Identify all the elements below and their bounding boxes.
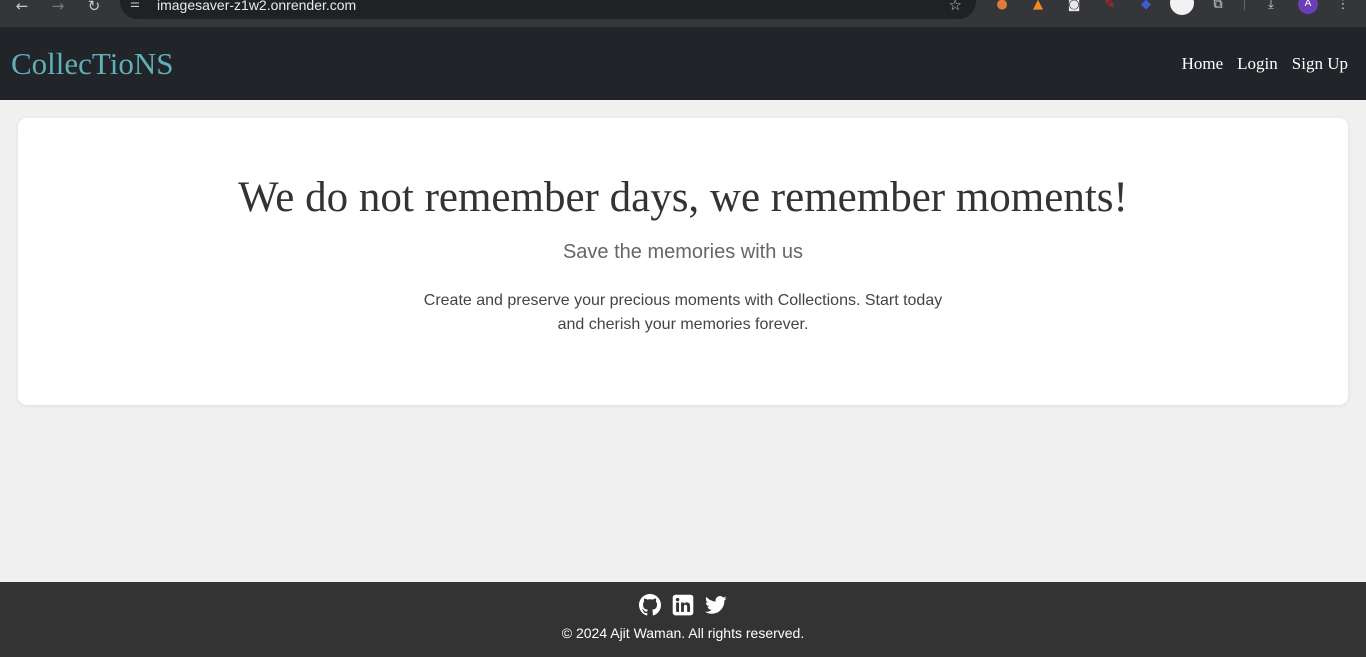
address-bar[interactable]: ☰ imagesaver-z1w2.onrender.com ☆ — [120, 0, 976, 19]
site-settings-icon[interactable]: ☰ — [130, 0, 146, 13]
downloads-icon[interactable]: ⤓ — [1262, 0, 1280, 14]
copyright-text: © 2024 Ajit Waman. All rights reserved. — [561, 625, 805, 641]
reload-icon[interactable]: ↻ — [84, 0, 104, 16]
linkedin-icon[interactable] — [672, 594, 694, 616]
nav-login-link[interactable]: Login — [1237, 54, 1278, 74]
toolbar-divider — [1244, 0, 1245, 10]
back-icon[interactable]: ← — [12, 0, 32, 16]
social-links — [0, 594, 1366, 616]
pen-extension-icon[interactable]: ✎ — [1101, 0, 1119, 14]
hero-description: Create and preserve your precious moment… — [423, 292, 943, 333]
address-url[interactable]: imagesaver-z1w2.onrender.com — [157, 0, 356, 13]
extensions-icon[interactable]: ⧉ — [1209, 0, 1227, 14]
hero-subtitle: Save the memories with us — [562, 241, 804, 263]
github-icon[interactable] — [639, 594, 661, 616]
site-footer: © 2024 Ajit Waman. All rights reserved. — [0, 582, 1366, 657]
fox-extension-icon[interactable]: ▲ — [1029, 0, 1047, 14]
browser-toolbar: ← → ↻ ☰ imagesaver-z1w2.onrender.com ☆ ●… — [0, 0, 1366, 27]
bookmark-star-icon[interactable]: ☆ — [949, 0, 962, 13]
forward-icon[interactable]: → — [48, 0, 68, 16]
twitter-icon[interactable] — [705, 594, 727, 616]
nav-signup-link[interactable]: Sign Up — [1292, 54, 1348, 74]
globe-extension-icon[interactable]: ◆ — [1137, 0, 1155, 14]
nav-home-link[interactable]: Home — [1182, 54, 1224, 74]
window-extension-icon[interactable]: ◙ — [1065, 0, 1083, 14]
cookie-extension-icon[interactable]: ● — [993, 0, 1011, 14]
hero-card: We do not remember days, we remember mom… — [18, 118, 1348, 405]
brand-logo[interactable]: CollecTioNS — [11, 46, 174, 82]
hero-title: We do not remember days, we remember mom… — [238, 174, 1128, 221]
menu-icon[interactable]: ⋮ — [1334, 0, 1352, 14]
profile-avatar[interactable]: A — [1298, 0, 1318, 14]
site-navbar: CollecTioNS Home Login Sign Up — [0, 27, 1366, 100]
profile-extension-icon[interactable] — [1170, 0, 1194, 15]
nav-links: Home Login Sign Up — [1182, 54, 1348, 74]
